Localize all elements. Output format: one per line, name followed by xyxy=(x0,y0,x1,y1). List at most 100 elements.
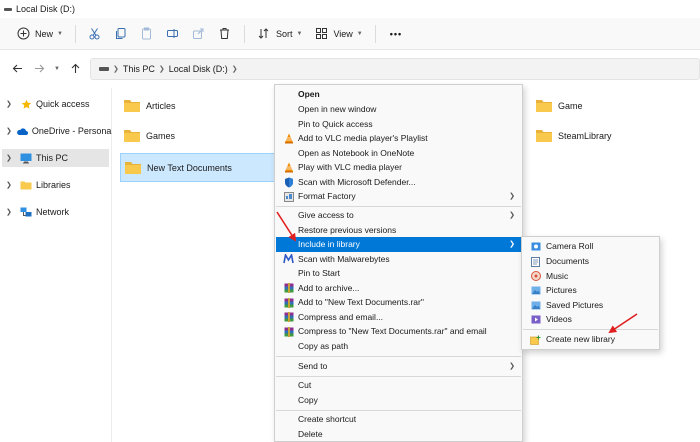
menu-item-open[interactable]: Open xyxy=(276,87,521,102)
new-label: New xyxy=(35,28,54,39)
chevron-right-icon: ❯ xyxy=(509,363,515,371)
menu-item-add-rar[interactable]: Add to "New Text Documents.rar" xyxy=(276,295,521,310)
menu-item-label: Copy as path xyxy=(298,340,349,351)
menu-divider xyxy=(276,206,521,207)
more-icon: ••• xyxy=(389,28,403,39)
menu-item-create-shortcut[interactable]: Create shortcut xyxy=(276,412,521,427)
navigation-pane: ❯ Quick access ❯ OneDrive - Personal ❯ T… xyxy=(0,88,113,442)
file-name: Game xyxy=(558,101,583,111)
menu-divider xyxy=(523,329,658,330)
menu-item-defender-scan[interactable]: Scan with Microsoft Defender... xyxy=(276,175,521,190)
menu-item-delete[interactable]: Delete xyxy=(276,427,521,442)
file-name: SteamLibrary xyxy=(558,131,612,141)
up-button[interactable] xyxy=(64,58,86,80)
recent-locations-button[interactable]: ▼ xyxy=(50,58,64,80)
menu-item-vlc-playlist[interactable]: Add to VLC media player's Playlist xyxy=(276,131,521,146)
menu-item-give-access[interactable]: Give access to ❯ xyxy=(276,208,521,223)
paste-button[interactable] xyxy=(134,22,160,46)
menu-item-cut[interactable]: Cut xyxy=(276,378,521,393)
sort-label: Sort xyxy=(275,28,293,39)
address-bar[interactable]: ❯ This PC ❯ Local Disk (D:) ❯ xyxy=(90,58,700,80)
menu-divider xyxy=(276,356,521,357)
menu-item-add-archive[interactable]: Add to archive... xyxy=(276,281,521,296)
menu-item-label: Open as Notebook in OneNote xyxy=(298,147,415,158)
cut-button[interactable] xyxy=(82,22,108,46)
sidebar-item-onedrive[interactable]: ❯ OneDrive - Personal xyxy=(2,122,113,140)
malwarebytes-icon xyxy=(283,254,294,265)
submenu-item-videos[interactable]: Videos xyxy=(523,312,658,327)
chevron-right-icon[interactable]: ❯ xyxy=(6,208,16,216)
new-button[interactable]: New ▼ xyxy=(10,22,69,46)
folder-item-game[interactable]: Game xyxy=(524,93,674,119)
plus-circle-icon xyxy=(16,27,30,41)
menu-item-label: Create shortcut xyxy=(298,414,357,425)
folder-item-new-text-documents[interactable]: New Text Documents xyxy=(120,153,275,182)
menu-item-onenote[interactable]: Open as Notebook in OneNote xyxy=(276,146,521,161)
menu-item-vlc-play[interactable]: Play with VLC media player xyxy=(276,160,521,175)
sidebar-item-network[interactable]: ❯ Network xyxy=(2,203,109,221)
menu-item-compress-email[interactable]: Compress and email... xyxy=(276,310,521,325)
copy-button[interactable] xyxy=(108,22,134,46)
submenu-item-documents[interactable]: Documents xyxy=(523,254,658,269)
submenu-item-camera-roll[interactable]: Camera Roll xyxy=(523,239,658,254)
chevron-right-icon[interactable]: ❯ xyxy=(6,154,16,162)
menu-item-format-factory[interactable]: Format Factory ❯ xyxy=(276,189,521,204)
menu-item-label: Pin to Quick access xyxy=(298,118,373,129)
menu-item-open-new-window[interactable]: Open in new window xyxy=(276,102,521,117)
sidebar-item-quick-access[interactable]: ❯ Quick access xyxy=(2,95,109,113)
rename-button[interactable] xyxy=(160,22,186,46)
sidebar-item-label: Libraries xyxy=(36,180,71,190)
chevron-right-icon[interactable]: ❯ xyxy=(6,127,12,135)
delete-button[interactable] xyxy=(212,22,238,46)
submenu-item-saved-pictures[interactable]: Saved Pictures xyxy=(523,298,658,313)
menu-item-label: Open xyxy=(298,89,320,100)
submenu-item-music[interactable]: Music xyxy=(523,269,658,284)
folder-icon xyxy=(123,99,141,113)
chevron-right-icon[interactable]: ❯ xyxy=(6,181,16,189)
sidebar-item-libraries[interactable]: ❯ Libraries xyxy=(2,176,109,194)
menu-item-malwarebytes[interactable]: Scan with Malwarebytes xyxy=(276,252,521,267)
chevron-down-icon: ▼ xyxy=(296,30,303,37)
submenu-item-label: Documents xyxy=(546,256,589,267)
new-library-icon xyxy=(530,334,541,345)
sidebar-item-label: This PC xyxy=(36,153,69,163)
menu-item-label: Scan with Malwarebytes xyxy=(298,253,390,264)
rename-icon xyxy=(166,27,180,41)
folder-item-articles[interactable]: Articles xyxy=(112,93,272,119)
chevron-right-icon: ❯ xyxy=(158,66,165,73)
menu-item-copy[interactable]: Copy xyxy=(276,393,521,408)
submenu-item-label: Saved Pictures xyxy=(546,299,604,310)
view-label: View xyxy=(333,28,353,39)
format-factory-icon xyxy=(283,191,294,202)
menu-item-send-to[interactable]: Send to ❯ xyxy=(276,359,521,374)
menu-item-include-in-library[interactable]: Include in library ❯ xyxy=(276,237,521,252)
folder-item-steamlibrary[interactable]: SteamLibrary xyxy=(524,123,674,149)
chevron-right-icon: ❯ xyxy=(113,66,119,73)
back-button[interactable] xyxy=(6,58,28,80)
arrow-left-icon xyxy=(12,63,23,76)
sidebar-item-label: OneDrive - Personal xyxy=(31,126,114,136)
chevron-right-icon: ❯ xyxy=(509,212,515,220)
sort-button[interactable]: Sort ▼ xyxy=(251,22,308,46)
submenu-item-create-new-library[interactable]: Create new library xyxy=(523,332,658,347)
chevron-down-icon: ▼ xyxy=(54,66,60,72)
folder-item-games[interactable]: Games xyxy=(112,123,272,149)
breadcrumb-this-pc[interactable]: This PC xyxy=(123,64,155,74)
view-button[interactable]: View ▼ xyxy=(308,22,368,46)
menu-item-copy-path[interactable]: Copy as path xyxy=(276,339,521,354)
menu-item-pin-quick-access[interactable]: Pin to Quick access xyxy=(276,117,521,132)
menu-item-label: Add to "New Text Documents.rar" xyxy=(298,297,424,308)
menu-item-compress-rar-email[interactable]: Compress to "New Text Documents.rar" and… xyxy=(276,324,521,339)
sidebar-item-label: Network xyxy=(36,207,70,217)
drive-icon xyxy=(4,5,12,13)
submenu-item-pictures[interactable]: Pictures xyxy=(523,283,658,298)
menu-item-restore-versions[interactable]: Restore previous versions xyxy=(276,223,521,238)
share-button[interactable] xyxy=(186,22,212,46)
forward-button[interactable] xyxy=(28,58,50,80)
breadcrumb-local-disk[interactable]: Local Disk (D:) xyxy=(169,64,228,74)
sidebar-item-this-pc[interactable]: ❯ This PC xyxy=(2,149,109,167)
chevron-right-icon[interactable]: ❯ xyxy=(6,100,16,108)
more-options-button[interactable]: ••• xyxy=(382,22,408,46)
menu-item-pin-start[interactable]: Pin to Start xyxy=(276,266,521,281)
submenu-item-label: Pictures xyxy=(546,285,577,296)
